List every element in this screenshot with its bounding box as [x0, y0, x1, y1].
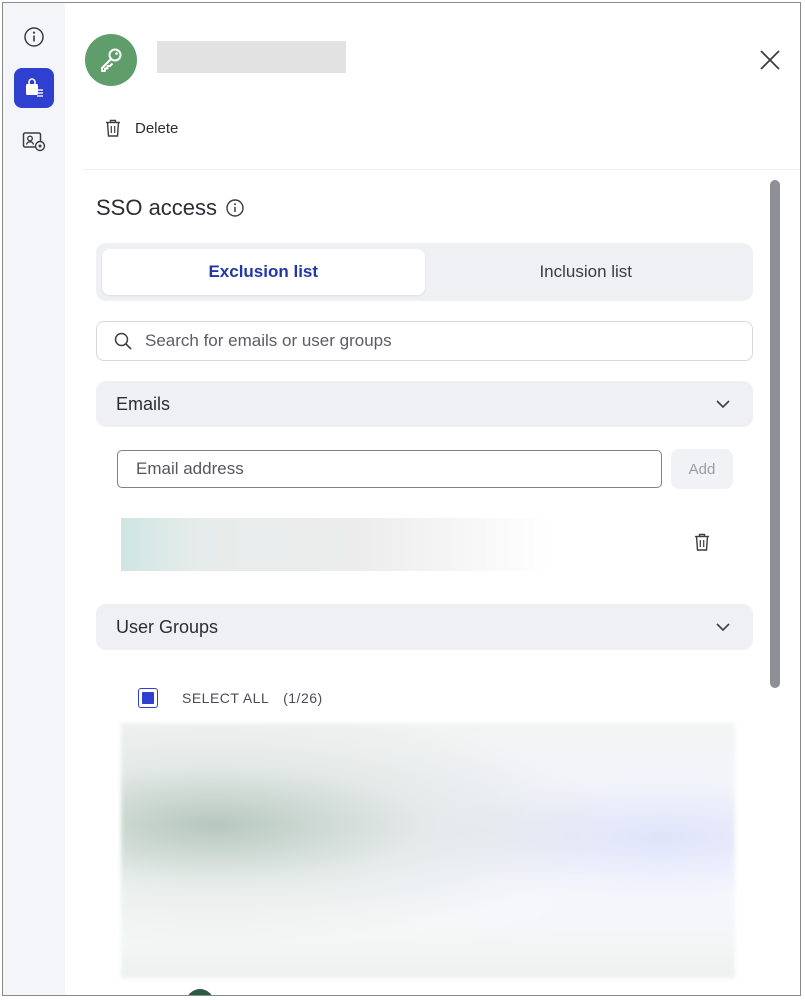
delete-label: Delete [135, 119, 179, 137]
user-groups-header-label: User Groups [116, 616, 219, 637]
trash-icon [106, 119, 120, 137]
key-icon [101, 48, 122, 72]
rail-access-button[interactable] [14, 68, 54, 108]
email-entry-redacted [121, 518, 551, 571]
close-icon [760, 50, 780, 70]
close-button[interactable] [757, 47, 783, 73]
details-panel: Delete SSO access Exclusion list Inclusi… [65, 3, 800, 995]
trash-icon [695, 533, 709, 551]
chevron-down-icon [716, 623, 730, 632]
info-icon [24, 27, 44, 47]
rail-user-settings-button[interactable] [14, 121, 54, 161]
title-redacted [157, 41, 346, 73]
chevron-down-icon [716, 400, 730, 409]
tab-exclusion-list[interactable]: Exclusion list [102, 249, 425, 295]
remove-email-button[interactable] [691, 530, 713, 554]
select-all-count: (1/26) [283, 690, 323, 706]
search-icon [114, 332, 132, 350]
checkbox-partial-mark [142, 692, 154, 704]
select-all-row: SELECT ALL (1/26) [138, 687, 323, 709]
user-groups-accordion-header[interactable]: User Groups [96, 604, 753, 650]
group-avatar [186, 989, 214, 995]
emails-header-label: Emails [116, 393, 171, 414]
add-email-button[interactable]: Add [671, 449, 733, 489]
user-card-settings-icon [22, 132, 46, 152]
delete-button[interactable]: Delete [103, 116, 178, 140]
select-all-label: SELECT ALL [182, 690, 269, 706]
sso-access-title: SSO access [96, 195, 218, 220]
search-input[interactable] [143, 330, 752, 352]
avatar [85, 34, 137, 86]
scrollbar[interactable] [770, 180, 780, 688]
info-icon[interactable] [225, 198, 245, 218]
search-box [96, 321, 753, 361]
access-bag-icon [26, 78, 43, 97]
app-window: Delete SSO access Exclusion list Inclusi… [2, 2, 801, 996]
user-groups-list-redacted [121, 723, 735, 978]
sso-access-heading: SSO access [96, 193, 245, 223]
rail-info-button[interactable] [14, 17, 54, 57]
email-address-field[interactable] [117, 450, 662, 488]
list-type-tabs: Exclusion list Inclusion list [96, 243, 753, 301]
header-divider [83, 169, 800, 170]
select-all-checkbox[interactable] [138, 688, 158, 708]
tab-inclusion-list[interactable]: Inclusion list [425, 249, 748, 295]
side-rail [3, 3, 65, 995]
emails-accordion-header[interactable]: Emails [96, 381, 753, 427]
